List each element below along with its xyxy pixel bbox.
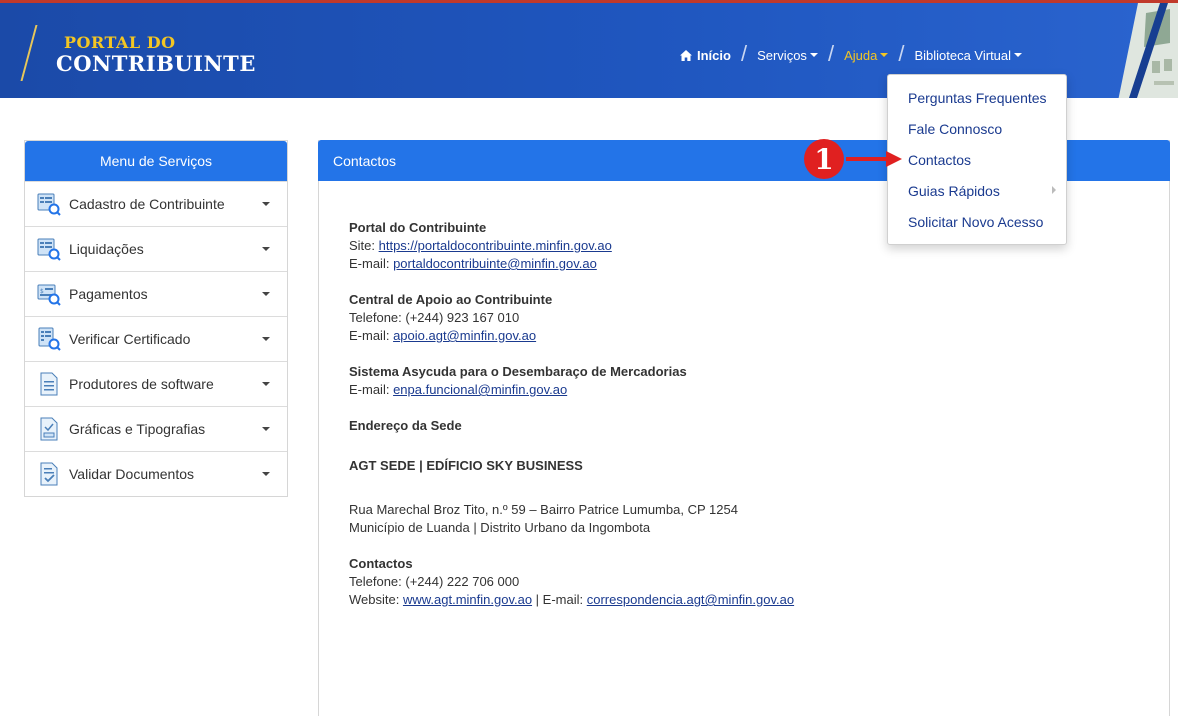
sede-address-line1: Rua Marechal Broz Tito, n.º 59 – Bairro … bbox=[349, 502, 738, 517]
menu-item-fale-connosco[interactable]: Fale Connosco bbox=[888, 113, 1066, 144]
central-title: Central de Apoio ao Contribuinte bbox=[349, 292, 553, 307]
asycuda-email-link[interactable]: enpa.funcional@minfin.gov.ao bbox=[393, 382, 567, 397]
contactos-phone: Telefone: (+244) 222 706 000 bbox=[349, 574, 520, 589]
website-link[interactable]: www.agt.minfin.gov.ao bbox=[403, 592, 532, 607]
logo-line2[interactable]: CONTRIBUINTE bbox=[56, 51, 256, 76]
services-menu: Menu de Serviços Cadastro de Contribuint… bbox=[24, 140, 288, 497]
certificate-search-icon bbox=[37, 327, 61, 351]
red-arrow-icon bbox=[846, 151, 902, 167]
site-label: Site: bbox=[349, 238, 379, 253]
sidebar-item-produtores[interactable]: Produtores de software bbox=[25, 361, 287, 406]
chevron-down-icon bbox=[880, 53, 889, 57]
sidebar-item-label: Cadastro de Contribuinte bbox=[69, 196, 225, 212]
header-decoration-image bbox=[1108, 3, 1178, 98]
asycuda-email-line: E-mail: enpa.funcional@minfin.gov.ao bbox=[349, 381, 1169, 399]
home-icon bbox=[680, 49, 692, 61]
nav-inicio-label: Início bbox=[697, 47, 731, 63]
sidebar-item-label: Pagamentos bbox=[69, 286, 148, 302]
sede-building-block: AGT SEDE | EDÍFICIO SKY BUSINESS bbox=[349, 457, 1169, 475]
nav-inicio[interactable]: Início bbox=[680, 48, 731, 63]
ajuda-dropdown-menu: Perguntas Frequentes Fale Connosco Conta… bbox=[887, 74, 1067, 245]
menu-item-guias-label: Guias Rápidos bbox=[908, 182, 1000, 199]
email-label: E-mail: bbox=[349, 328, 394, 343]
services-menu-title: Menu de Serviços bbox=[25, 141, 287, 181]
sidebar-item-label: Validar Documentos bbox=[69, 466, 195, 482]
register-search-icon bbox=[37, 237, 61, 261]
sede-address-line2: Município de Luanda | Distrito Urbano da… bbox=[349, 520, 651, 535]
chevron-down-icon bbox=[262, 292, 270, 296]
payment-search-icon: $ bbox=[37, 282, 61, 306]
asycuda-block: Sistema Asycuda para o Desembaraço de Me… bbox=[349, 363, 1169, 399]
logo-line1[interactable]: PORTAL DO bbox=[64, 33, 176, 52]
chevron-down-icon bbox=[262, 382, 270, 386]
nav-ajuda[interactable]: Ajuda bbox=[844, 47, 889, 63]
chevron-down-icon bbox=[1014, 53, 1023, 57]
correspondencia-email-link[interactable]: correspondencia.agt@minfin.gov.ao bbox=[587, 592, 794, 607]
email-label: E-mail: bbox=[349, 256, 394, 271]
sede-title-block: Endereço da Sede bbox=[349, 417, 1169, 435]
sede-address-block: Rua Marechal Broz Tito, n.º 59 – Bairro … bbox=[349, 501, 1169, 537]
register-search-icon bbox=[37, 192, 61, 216]
chevron-right-icon bbox=[1052, 186, 1056, 194]
central-email-link[interactable]: apoio.agt@minfin.gov.ao bbox=[393, 328, 536, 343]
nav-biblioteca-label: Biblioteca Virtual bbox=[914, 47, 1012, 63]
nav-separator: / bbox=[827, 41, 835, 66]
sidebar-item-cadastro[interactable]: Cadastro de Contribuinte bbox=[25, 181, 287, 226]
menu-item-perguntas[interactable]: Perguntas Frequentes bbox=[888, 82, 1066, 113]
sidebar-item-label: Produtores de software bbox=[69, 376, 214, 392]
print-document-icon bbox=[37, 417, 61, 441]
chevron-down-icon bbox=[262, 427, 270, 431]
nav-servicos[interactable]: Serviços bbox=[757, 48, 818, 63]
nav-biblioteca[interactable]: Biblioteca Virtual bbox=[914, 47, 1023, 63]
contactos-web-line: Website: www.agt.minfin.gov.ao | E-mail:… bbox=[349, 591, 1169, 609]
sidebar-item-liquidacoes[interactable]: Liquidações bbox=[25, 226, 287, 271]
main-nav: Início / Serviços / Ajuda / Biblioteca V… bbox=[680, 41, 1023, 67]
nav-servicos-label: Serviços bbox=[757, 47, 807, 63]
chevron-down-icon bbox=[262, 472, 270, 476]
sidebar-item-pagamentos[interactable]: $ Pagamentos bbox=[25, 271, 287, 316]
portal-email-link[interactable]: portaldocontribuinte@minfin.gov.ao bbox=[393, 256, 597, 271]
menu-item-contactos[interactable]: Contactos bbox=[888, 144, 1066, 175]
email-label: E-mail: bbox=[349, 382, 394, 397]
asycuda-title: Sistema Asycuda para o Desembaraço de Me… bbox=[349, 364, 687, 379]
nav-separator: / bbox=[740, 41, 748, 66]
sidebar-item-label: Liquidações bbox=[69, 241, 144, 257]
sidebar-item-validar[interactable]: Validar Documentos bbox=[25, 451, 287, 496]
menu-item-solicitar[interactable]: Solicitar Novo Acesso bbox=[888, 206, 1066, 237]
portal-email-line: E-mail: portaldocontribuinte@minfin.gov.… bbox=[349, 255, 1169, 273]
document-list-icon bbox=[37, 372, 61, 396]
email-separator: | E-mail: bbox=[532, 592, 587, 607]
portal-site-link[interactable]: https://portaldocontribuinte.minfin.gov.… bbox=[379, 238, 612, 253]
central-email-line: E-mail: apoio.agt@minfin.gov.ao bbox=[349, 327, 1169, 345]
sede-title: Endereço da Sede bbox=[349, 418, 462, 433]
chevron-down-icon bbox=[262, 247, 270, 251]
nav-ajuda-label: Ajuda bbox=[844, 47, 878, 63]
chevron-down-icon bbox=[809, 53, 818, 57]
central-phone: Telefone: (+244) 923 167 010 bbox=[349, 310, 520, 325]
website-label: Website: bbox=[349, 592, 403, 607]
sede-building: AGT SEDE | EDÍFICIO SKY BUSINESS bbox=[349, 458, 583, 473]
svg-text:$: $ bbox=[40, 288, 44, 295]
sidebar-item-graficas[interactable]: Gráficas e Tipografias bbox=[25, 406, 287, 451]
menu-item-guias[interactable]: Guias Rápidos bbox=[888, 175, 1066, 206]
logo-slash bbox=[20, 25, 38, 81]
central-block: Central de Apoio ao Contribuinte Telefon… bbox=[349, 291, 1169, 345]
contactos-title: Contactos bbox=[349, 556, 413, 571]
chevron-down-icon bbox=[262, 202, 270, 206]
contacts-content: Portal do Contribuinte Site: https://por… bbox=[319, 181, 1169, 609]
contactos-block: Contactos Telefone: (+244) 222 706 000 W… bbox=[349, 555, 1169, 609]
step-number-badge: 1 bbox=[804, 139, 844, 179]
chevron-down-icon bbox=[262, 337, 270, 341]
nav-separator: / bbox=[898, 41, 905, 66]
sidebar-item-verificar[interactable]: Verificar Certificado bbox=[25, 316, 287, 361]
document-check-icon bbox=[37, 462, 61, 486]
sidebar-item-label: Gráficas e Tipografias bbox=[69, 421, 206, 437]
sidebar-item-label: Verificar Certificado bbox=[69, 331, 191, 347]
